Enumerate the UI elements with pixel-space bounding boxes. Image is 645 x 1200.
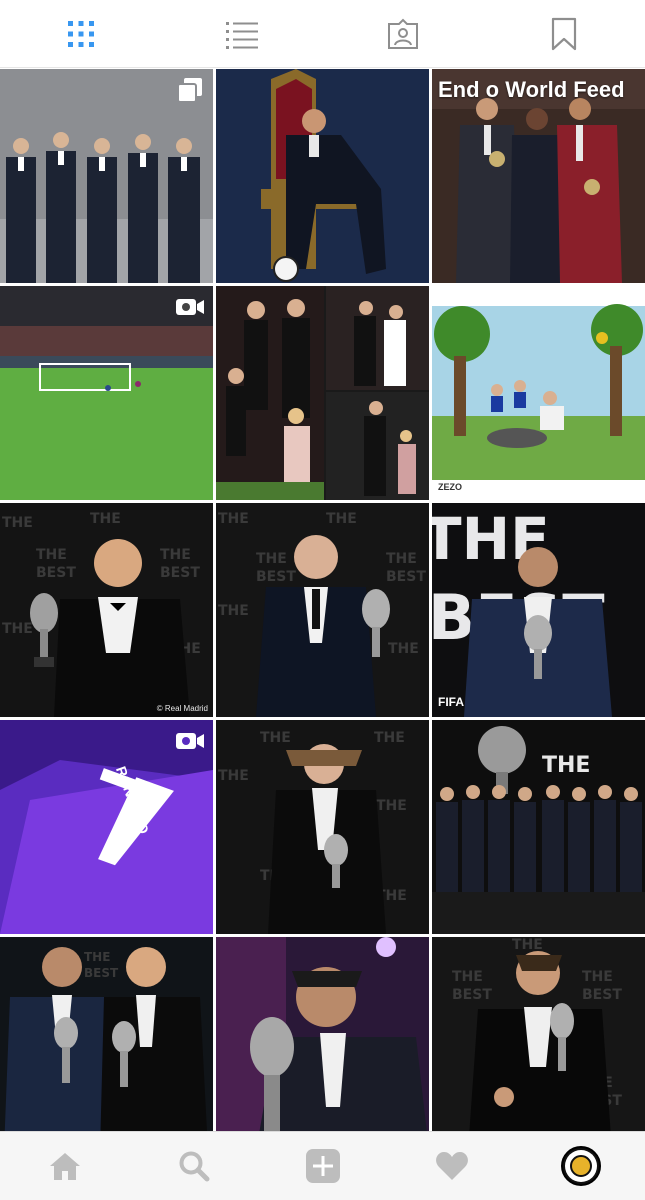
- post-corner-label: © Real Madrid: [156, 704, 208, 713]
- avatar-crest: [569, 1155, 592, 1177]
- home-icon: [49, 1153, 80, 1180]
- post-thumbnail[interactable]: [216, 69, 429, 283]
- svg-text:BEST: BEST: [256, 569, 296, 585]
- svg-text:BEST: BEST: [386, 569, 426, 585]
- post-thumbnail[interactable]: End o World Feed: [432, 69, 645, 283]
- svg-text:THE: THE: [218, 768, 249, 784]
- post-thumbnail[interactable]: THETHETHE BESTBESTTHEBEST: [432, 937, 645, 1151]
- tab-list-view[interactable]: [212, 4, 272, 64]
- avatar-ring: [564, 1150, 597, 1182]
- post-thumbnail[interactable]: THE: [432, 720, 645, 934]
- posts-grid: End o World Feed EUROSPORT ZEZO THE THE …: [0, 69, 645, 1151]
- svg-text:THE: THE: [36, 547, 67, 563]
- bottom-navigation: [0, 1131, 645, 1200]
- tab-tagged[interactable]: [373, 4, 433, 64]
- post-caption-overlay: End o World Feed: [438, 77, 625, 102]
- svg-text:THE: THE: [2, 515, 33, 531]
- post-image: [216, 69, 429, 283]
- tab-grid-view[interactable]: [51, 4, 111, 64]
- svg-text:THE: THE: [452, 969, 483, 985]
- post-image: THE BEST: [432, 503, 645, 717]
- post-image: [432, 286, 645, 500]
- saved-bookmark-icon: [552, 17, 577, 50]
- svg-text:THE: THE: [388, 641, 419, 657]
- video-icon: [175, 294, 205, 320]
- svg-text:THE: THE: [218, 511, 249, 527]
- post-thumbnail[interactable]: [0, 69, 213, 283]
- post-image: THETHETHETHE THETHE: [216, 720, 429, 934]
- nav-profile[interactable]: [551, 1136, 611, 1196]
- svg-text:THE: THE: [160, 547, 191, 563]
- profile-page: End o World Feed EUROSPORT ZEZO THE THE …: [0, 0, 645, 1200]
- svg-text:BEST: BEST: [582, 987, 622, 1003]
- post-caption-overlay: EUROSPORT: [571, 294, 639, 305]
- svg-text:BEST: BEST: [452, 987, 492, 1003]
- svg-text:THE: THE: [326, 511, 357, 527]
- post-thumbnail[interactable]: THE BEST: [0, 937, 213, 1151]
- post-image: THE THETHE THE BEST BESTTHETHE: [0, 503, 213, 717]
- nav-search[interactable]: [164, 1136, 224, 1196]
- nav-home[interactable]: [35, 1136, 95, 1196]
- svg-text:THE: THE: [90, 511, 121, 527]
- post-thumbnail[interactable]: RONALDO: [0, 720, 213, 934]
- search-icon: [179, 1151, 209, 1182]
- svg-text:THE: THE: [374, 730, 405, 746]
- profile-avatar: [560, 1146, 601, 1186]
- svg-text:THE: THE: [512, 937, 543, 953]
- tagged-photos-icon: [388, 18, 419, 49]
- svg-text:BEST: BEST: [160, 565, 200, 581]
- grid-icon: [67, 20, 94, 47]
- list-icon: [225, 21, 258, 49]
- post-image: [216, 937, 429, 1151]
- post-corner-label: ZEZO: [438, 482, 462, 492]
- svg-text:THE: THE: [542, 753, 590, 778]
- nav-new-post[interactable]: [293, 1136, 353, 1196]
- tab-saved[interactable]: [534, 4, 594, 64]
- post-image: THE: [432, 720, 645, 934]
- svg-text:THE: THE: [2, 621, 33, 637]
- post-thumbnail[interactable]: THE THE THE THE BEST BEST THE THE: [216, 503, 429, 717]
- post-image: THE BEST: [0, 937, 213, 1151]
- post-corner-label: FIFA: [438, 695, 464, 709]
- new-post-icon: [305, 1149, 340, 1183]
- svg-text:BEST: BEST: [84, 966, 119, 980]
- post-thumbnail[interactable]: EUROSPORT ZEZO: [432, 286, 645, 500]
- post-thumbnail[interactable]: [216, 937, 429, 1151]
- svg-text:THE: THE: [376, 798, 407, 814]
- post-thumbnail[interactable]: [0, 286, 213, 500]
- nav-activity[interactable]: [422, 1136, 482, 1196]
- post-thumbnail[interactable]: THE BEST FIFA: [432, 503, 645, 717]
- activity-heart-icon: [435, 1152, 468, 1180]
- svg-text:THE: THE: [386, 551, 417, 567]
- profile-view-tabs: [0, 0, 645, 68]
- post-image: THE THE THE THE BEST BEST THE THE: [216, 503, 429, 717]
- svg-text:THE: THE: [218, 603, 249, 619]
- post-image: [216, 286, 429, 500]
- svg-text:BEST: BEST: [36, 565, 76, 581]
- post-thumbnail[interactable]: [216, 286, 429, 500]
- post-thumbnail[interactable]: THETHETHETHE THETHE: [216, 720, 429, 934]
- svg-text:THE: THE: [582, 969, 613, 985]
- svg-text:THE: THE: [260, 730, 291, 746]
- video-icon: [175, 728, 205, 754]
- svg-text:THE: THE: [256, 551, 287, 567]
- post-image: THETHETHE BESTBESTTHEBEST: [432, 937, 645, 1151]
- svg-text:THE: THE: [84, 950, 110, 964]
- carousel-icon: [175, 77, 205, 103]
- post-thumbnail[interactable]: THE THE THE THE BEST BEST THE THE © Real Madri…: [0, 503, 213, 717]
